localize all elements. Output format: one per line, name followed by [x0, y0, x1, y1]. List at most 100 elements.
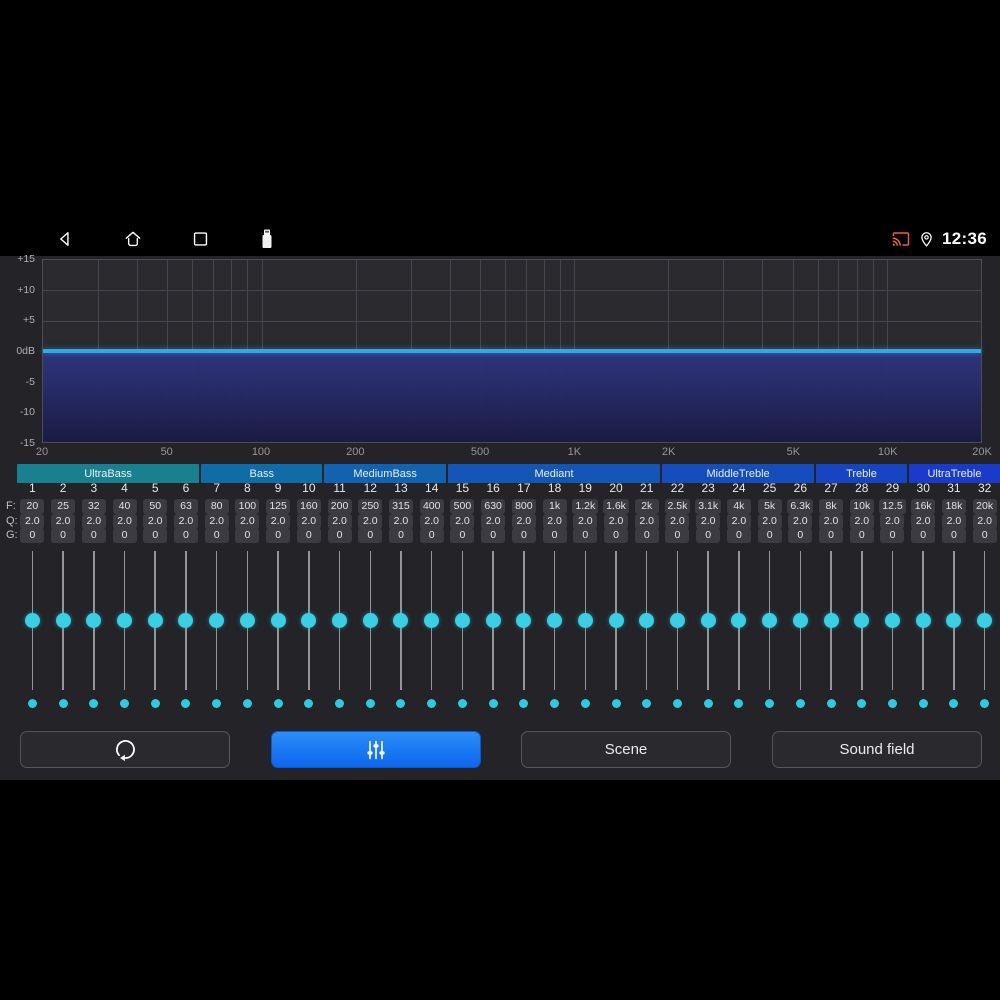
slider-knob[interactable]: [792, 613, 808, 628]
slider-knob[interactable]: [209, 613, 225, 628]
eq-slider-28[interactable]: [846, 551, 877, 690]
slider-knob[interactable]: [362, 613, 378, 628]
eq-slider-30[interactable]: [908, 551, 939, 690]
freq-row-cell: 12.5: [877, 499, 908, 514]
eq-slider-2[interactable]: [48, 551, 79, 690]
eq-slider-19[interactable]: [570, 551, 601, 690]
channel-dot: [396, 698, 406, 708]
x-axis-tick: 1K: [567, 446, 582, 458]
freq-row-cell: 1k: [539, 499, 570, 514]
gain-row-cell: 0: [447, 528, 478, 543]
eq-slider-11[interactable]: [324, 551, 355, 690]
slider-knob[interactable]: [577, 613, 593, 628]
freq-value: 12.5: [879, 499, 906, 514]
freq-value: 2k: [634, 499, 659, 514]
slider-knob[interactable]: [946, 613, 962, 628]
eq-slider-22[interactable]: [662, 551, 693, 690]
eq-slider-25[interactable]: [754, 551, 785, 690]
channel-dot: [550, 698, 560, 708]
slider-knob[interactable]: [485, 613, 501, 628]
eq-slider-29[interactable]: [877, 551, 908, 690]
channel-number: 15: [455, 481, 470, 495]
slider-knob[interactable]: [147, 613, 163, 628]
eq-slider-13[interactable]: [386, 551, 417, 690]
gain-row-cell: 0: [724, 528, 755, 543]
eq-sliders-icon: [367, 740, 385, 759]
dot-cell: [48, 696, 79, 710]
slider-knob[interactable]: [977, 613, 993, 628]
eq-slider-21[interactable]: [631, 551, 662, 690]
gain-value: 0: [819, 528, 844, 543]
eq-slider-4[interactable]: [109, 551, 140, 690]
gain-value: 0: [143, 528, 168, 543]
eq-slider-7[interactable]: [201, 551, 232, 690]
sound-field-button[interactable]: Sound field: [772, 731, 982, 768]
slider-knob[interactable]: [823, 613, 839, 628]
freq-row-cell: 1.6k: [601, 499, 632, 514]
slider-knob[interactable]: [884, 613, 900, 628]
eq-slider-16[interactable]: [478, 551, 509, 690]
slider-knob[interactable]: [270, 613, 286, 628]
scene-button-label: Scene: [604, 741, 648, 758]
slider-knob[interactable]: [424, 613, 440, 628]
eq-slider-14[interactable]: [416, 551, 447, 690]
eq-slider-18[interactable]: [539, 551, 570, 690]
dot-cell: [939, 696, 970, 710]
eq-slider-3[interactable]: [78, 551, 109, 690]
back-button[interactable]: [55, 229, 75, 249]
equalizer-button[interactable]: [271, 731, 481, 768]
slider-knob[interactable]: [117, 613, 133, 628]
slider-knob[interactable]: [301, 613, 317, 628]
eq-slider-27[interactable]: [816, 551, 847, 690]
slider-knob[interactable]: [608, 613, 624, 628]
eq-slider-17[interactable]: [509, 551, 540, 690]
slider-knob[interactable]: [639, 613, 655, 628]
eq-slider-9[interactable]: [263, 551, 294, 690]
channel-dot: [980, 698, 990, 708]
q-row-cell: 2.0: [355, 514, 386, 529]
eq-slider-5[interactable]: [140, 551, 171, 690]
slider-knob[interactable]: [178, 613, 194, 628]
recents-button[interactable]: [190, 230, 210, 249]
eq-slider-12[interactable]: [355, 551, 386, 690]
slider-knob[interactable]: [55, 613, 71, 628]
slider-knob[interactable]: [547, 613, 563, 628]
eq-slider-8[interactable]: [232, 551, 263, 690]
slider-knob[interactable]: [332, 613, 348, 628]
slider-knob[interactable]: [516, 613, 532, 628]
eq-slider-6[interactable]: [171, 551, 202, 690]
slider-knob[interactable]: [854, 613, 870, 628]
eq-slider-10[interactable]: [293, 551, 324, 690]
home-button[interactable]: [123, 229, 143, 250]
scene-button[interactable]: Scene: [521, 731, 731, 768]
gain-row-cell: 0: [754, 528, 785, 543]
slider-knob[interactable]: [24, 613, 40, 628]
slider-knob[interactable]: [86, 613, 102, 628]
eq-slider-32[interactable]: [969, 551, 1000, 690]
slider-knob[interactable]: [700, 613, 716, 628]
q-value: 2.0: [604, 514, 629, 529]
eq-slider-1[interactable]: [17, 551, 48, 690]
eq-slider-23[interactable]: [693, 551, 724, 690]
eq-slider-24[interactable]: [724, 551, 755, 690]
dot-cell: [17, 696, 48, 710]
slider-knob[interactable]: [762, 613, 778, 628]
slider-knob[interactable]: [915, 613, 931, 628]
q-value: 2.0: [388, 514, 413, 529]
dot-cell: [478, 696, 509, 710]
freq-row-cell: 63: [171, 499, 202, 514]
eq-slider-20[interactable]: [601, 551, 632, 690]
eq-slider-15[interactable]: [447, 551, 478, 690]
reset-button[interactable]: [20, 731, 230, 768]
y-axis-labels: +15 +10 +5 0dB -5 -10 -15: [0, 253, 38, 449]
slider-knob[interactable]: [239, 613, 255, 628]
eq-slider-26[interactable]: [785, 551, 816, 690]
slider-knob[interactable]: [393, 613, 409, 628]
q-value: 2.0: [972, 514, 997, 529]
eq-slider-31[interactable]: [939, 551, 970, 690]
slider-knob[interactable]: [731, 613, 747, 628]
channel-number: 16: [486, 481, 500, 495]
q-value: 2.0: [941, 514, 966, 529]
slider-knob[interactable]: [454, 613, 470, 628]
slider-knob[interactable]: [669, 613, 685, 628]
